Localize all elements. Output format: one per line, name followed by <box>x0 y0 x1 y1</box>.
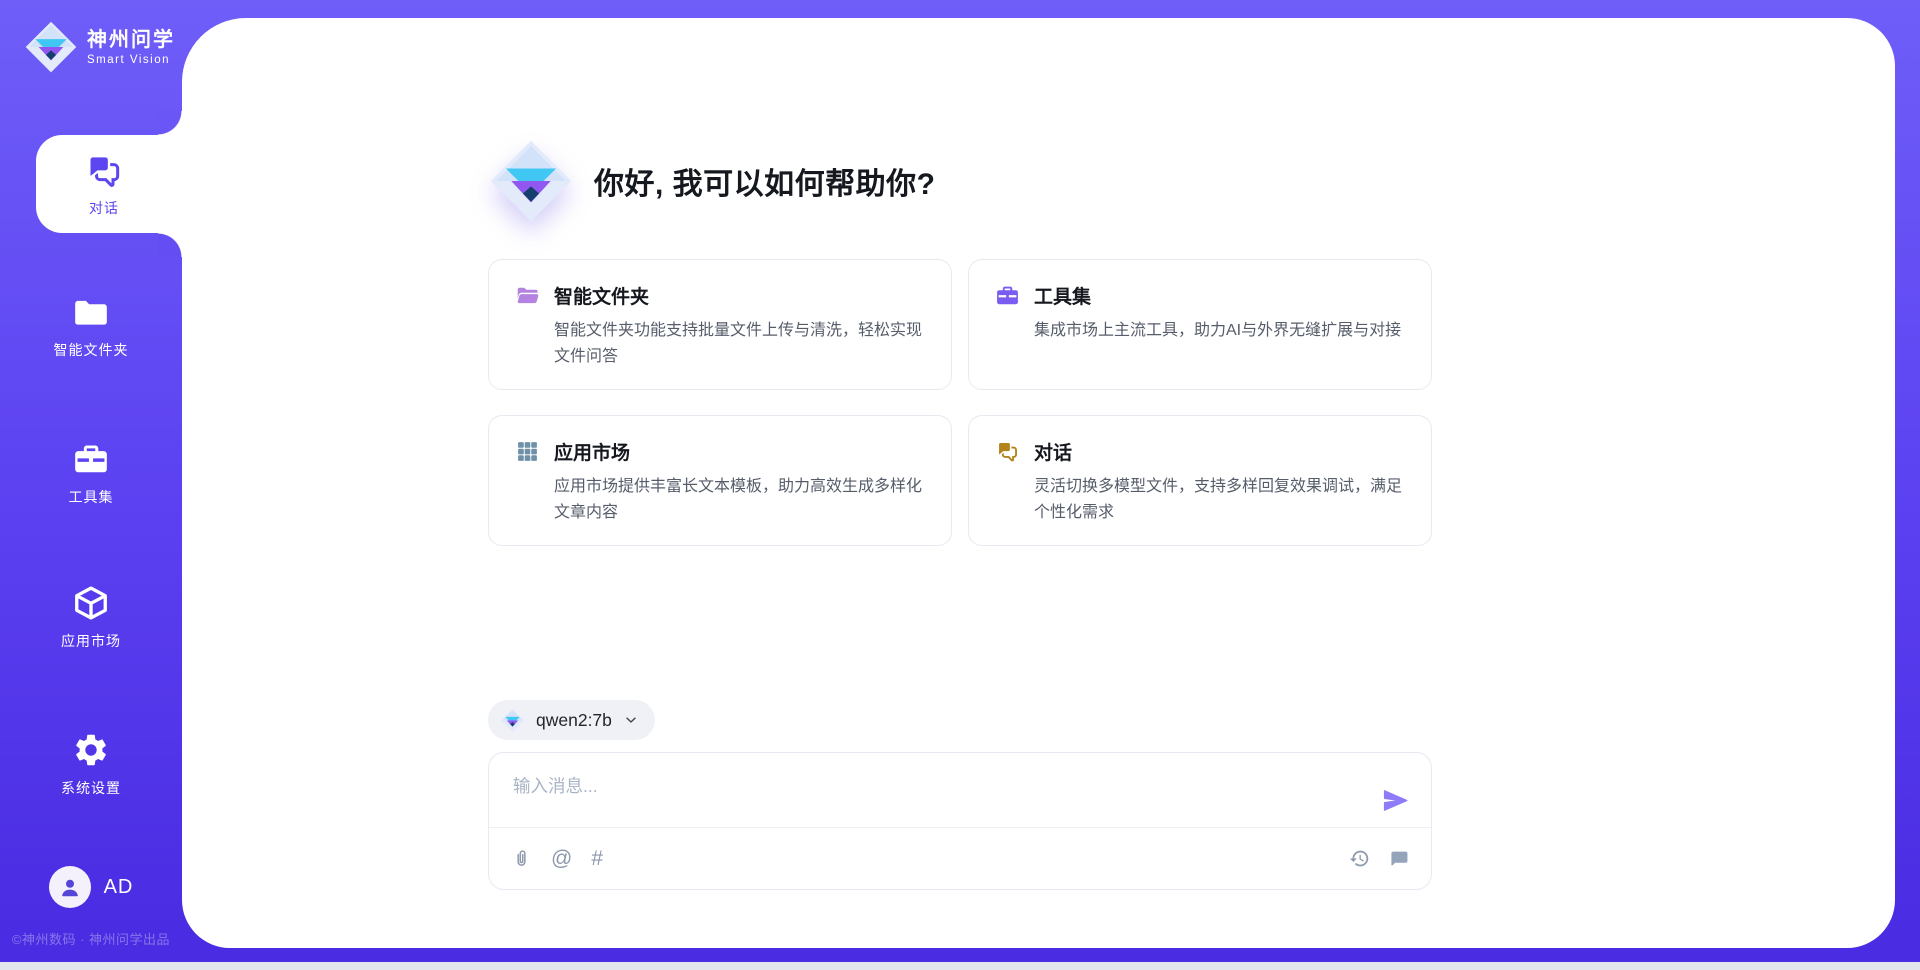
brand-diamond-logo-icon <box>24 20 78 74</box>
person-icon <box>57 874 83 900</box>
cube-icon <box>72 584 110 622</box>
send-button[interactable] <box>1382 787 1409 814</box>
card-title: 应用市场 <box>554 438 630 465</box>
card-description: 智能文件夹功能支持批量文件上传与清洗，轻松实现文件问答 <box>554 318 925 369</box>
model-name: qwen2:7b <box>536 710 612 731</box>
mention-icon[interactable]: @ <box>551 848 572 869</box>
model-selector[interactable]: qwen2:7b <box>488 700 655 740</box>
model-diamond-logo-icon <box>500 708 525 733</box>
assistant-diamond-logo-icon <box>488 138 574 224</box>
message-composer: @ # <box>488 752 1432 890</box>
chevron-down-icon <box>623 712 639 728</box>
card-description: 灵活切换多模型文件，支持多样回复效果调试，满足个性化需求 <box>1034 474 1405 525</box>
sidebar-item-app-market[interactable]: 应用市场 <box>0 584 182 651</box>
sidebar-item-label: 智能文件夹 <box>54 340 129 360</box>
card-description: 集成市场上主流工具，助力AI与外界无缝扩展与对接 <box>1034 318 1405 344</box>
sidebar-item-smart-folder[interactable]: 智能文件夹 <box>0 293 182 360</box>
active-tab-top-notch <box>158 111 182 135</box>
folder-icon <box>72 293 110 331</box>
bottom-edge-strip <box>0 962 1920 970</box>
brand-name: 神州问学 <box>87 29 175 52</box>
card-app-market[interactable]: 应用市场 应用市场提供丰富长文本模板，助力高效生成多样化文章内容 <box>488 415 952 546</box>
history-icon[interactable] <box>1349 848 1370 869</box>
card-head: 对话 <box>995 438 1405 465</box>
card-head: 工具集 <box>995 282 1405 309</box>
hashtag-icon[interactable]: # <box>591 848 603 869</box>
message-input[interactable] <box>489 753 1431 830</box>
folder-open-icon <box>515 283 540 308</box>
sidebar: 神州问学 Smart Vision 对话 智能文件夹 工具集 应用市场 系统设置… <box>0 0 182 962</box>
chat-home-content: 你好, 我可以如何帮助你? 智能文件夹 智能文件夹功能支持批量文件上传与清洗，轻… <box>488 0 1432 970</box>
card-chat[interactable]: 对话 灵活切换多模型文件，支持多样回复效果调试，满足个性化需求 <box>968 415 1432 546</box>
copyright-footer: ©神州数码 · 神州问学出品 <box>0 929 182 948</box>
composer-toolbar: @ # <box>489 827 1431 889</box>
send-icon <box>1382 787 1409 814</box>
card-toolset[interactable]: 工具集 集成市场上主流工具，助力AI与外界无缝扩展与对接 <box>968 259 1432 390</box>
card-title: 对话 <box>1034 438 1072 465</box>
sidebar-item-chat[interactable]: 对话 <box>36 135 188 233</box>
chat-icon <box>84 151 124 191</box>
card-title: 智能文件夹 <box>554 282 649 309</box>
brand-logo-block: 神州问学 Smart Vision <box>24 20 175 74</box>
brand-text: 神州问学 Smart Vision <box>87 29 175 66</box>
user-initials: AD <box>104 876 134 899</box>
active-tab-bottom-notch <box>158 233 182 257</box>
feature-cards: 智能文件夹 智能文件夹功能支持批量文件上传与清洗，轻松实现文件问答 工具集 集成… <box>488 259 1432 546</box>
user-account[interactable]: AD <box>0 866 182 908</box>
card-smart-folder[interactable]: 智能文件夹 智能文件夹功能支持批量文件上传与清洗，轻松实现文件问答 <box>488 259 952 390</box>
sidebar-item-label: 工具集 <box>69 487 114 507</box>
sidebar-item-label: 系统设置 <box>61 778 121 798</box>
chat-icon <box>995 439 1020 464</box>
chat-bubble-icon[interactable] <box>1388 848 1409 869</box>
briefcase-icon <box>995 283 1020 308</box>
brand-subtitle: Smart Vision <box>87 54 175 66</box>
paperclip-icon[interactable] <box>511 848 532 869</box>
sidebar-item-label: 应用市场 <box>61 631 121 651</box>
composer-right-icons <box>1349 848 1409 869</box>
sidebar-item-system-settings[interactable]: 系统设置 <box>0 731 182 798</box>
composer-left-icons: @ # <box>511 848 603 869</box>
gear-icon <box>72 731 110 769</box>
sidebar-item-toolset[interactable]: 工具集 <box>0 440 182 507</box>
card-head: 智能文件夹 <box>515 282 925 309</box>
avatar <box>49 866 91 908</box>
grid-icon <box>515 439 540 464</box>
briefcase-icon <box>72 440 110 478</box>
card-head: 应用市场 <box>515 438 925 465</box>
sidebar-item-label: 对话 <box>89 198 119 218</box>
greeting-text: 你好, 我可以如何帮助你? <box>594 159 936 203</box>
card-title: 工具集 <box>1034 282 1091 309</box>
greeting-row: 你好, 我可以如何帮助你? <box>488 138 936 224</box>
card-description: 应用市场提供丰富长文本模板，助力高效生成多样化文章内容 <box>554 474 925 525</box>
